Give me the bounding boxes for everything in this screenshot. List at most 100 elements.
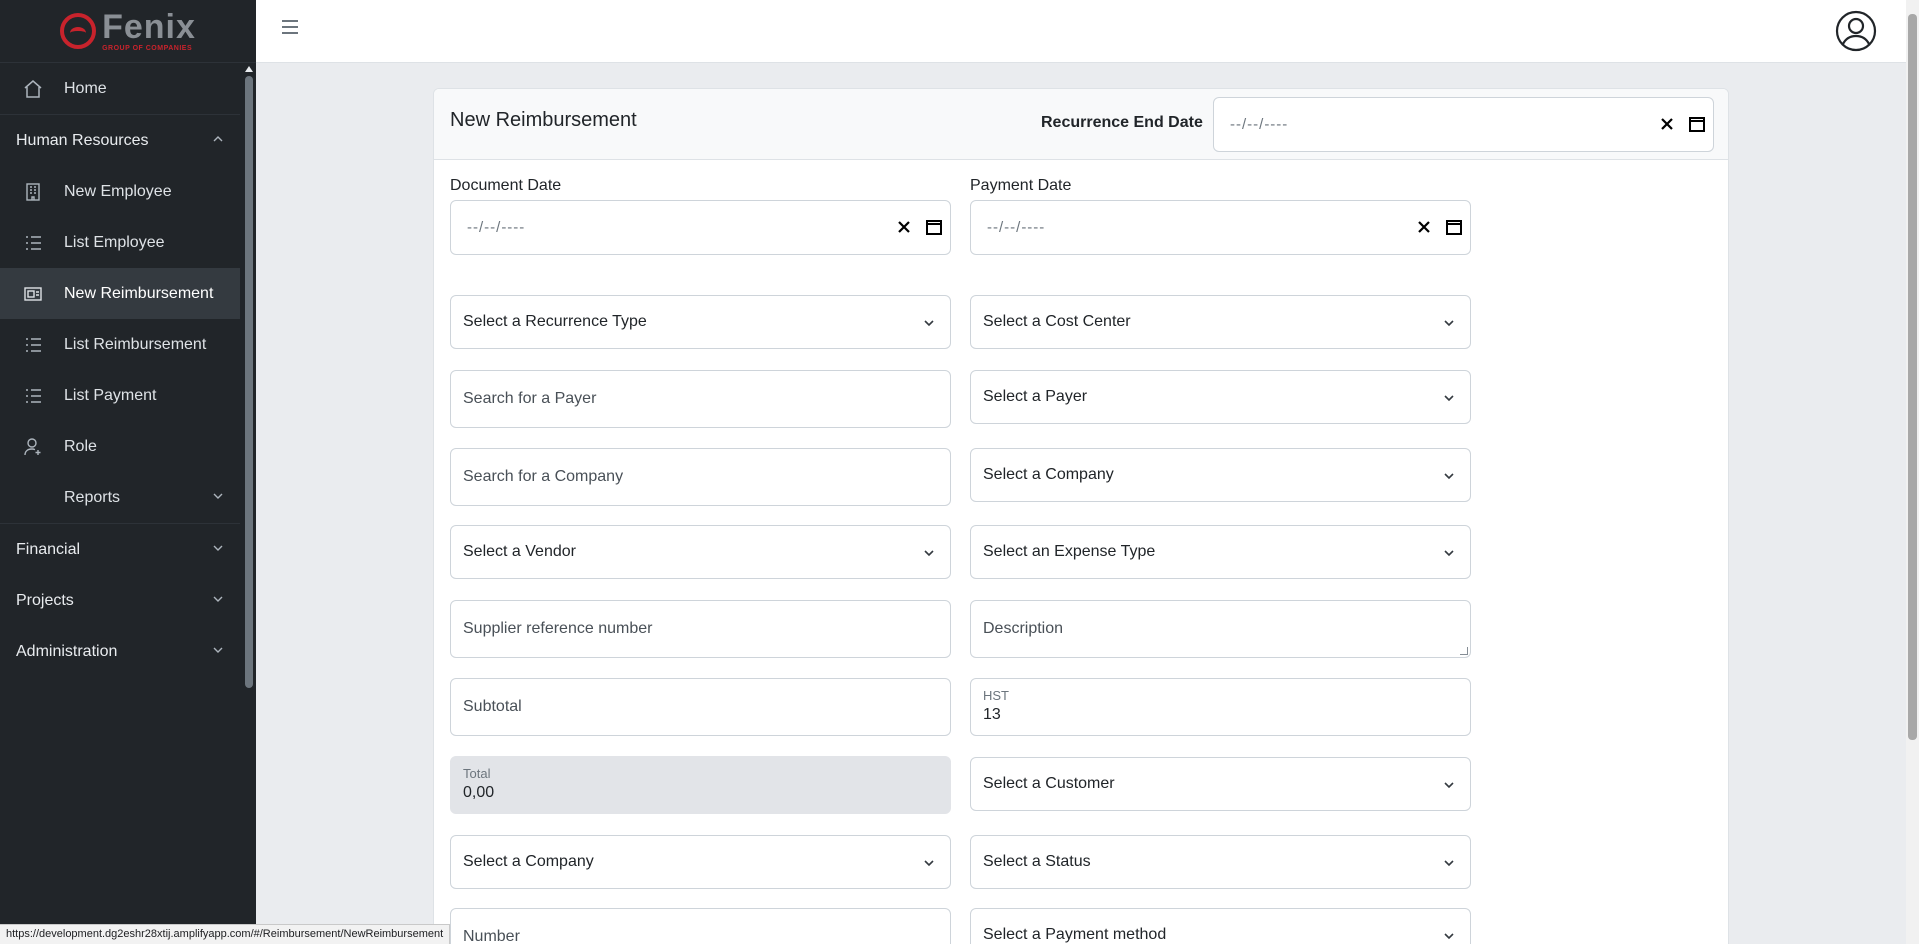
sidebar: Fenix GROUP OF COMPANIES Home Human Reso… <box>0 0 256 944</box>
sidebar-item-label: New Reimbursement <box>64 284 214 302</box>
payment-method-select[interactable]: Select a Payment method <box>970 908 1471 944</box>
user-plus-icon <box>22 436 44 458</box>
recurrence-type-select[interactable]: Select a Recurrence Type <box>450 295 951 349</box>
status-select[interactable]: Select a Status <box>970 835 1471 889</box>
brand-logo[interactable]: Fenix GROUP OF COMPANIES <box>0 0 256 63</box>
date-placeholder: --/--/---- <box>467 219 526 236</box>
chevron-down-icon <box>1444 395 1454 402</box>
hst-value: 13 <box>983 706 1001 723</box>
input-placeholder: Subtotal <box>463 698 522 715</box>
sidebar-item-label: Projects <box>16 591 74 609</box>
building-icon <box>22 181 44 203</box>
select-value: Select a Company <box>983 466 1114 483</box>
clear-icon[interactable] <box>1414 217 1434 237</box>
input-placeholder: Search for a Payer <box>463 390 597 407</box>
recurrence-end-date-input[interactable]: --/--/---- <box>1213 97 1714 152</box>
sidebar-scrollbar-thumb[interactable] <box>245 76 253 688</box>
chevron-down-icon <box>1444 782 1454 789</box>
sidebar-item-list-payment[interactable]: List Payment <box>0 370 240 421</box>
list-icon <box>22 385 44 407</box>
total-value: 0,00 <box>463 784 495 801</box>
page-scrollbar-thumb[interactable] <box>1908 14 1917 740</box>
sidebar-item-new-employee[interactable]: New Employee <box>0 166 240 217</box>
select-value: Select a Status <box>983 853 1091 870</box>
company-select-2[interactable]: Select a Company <box>450 835 951 889</box>
sidebar-item-role[interactable]: Role <box>0 421 240 472</box>
vendor-select[interactable]: Select a Vendor <box>450 525 951 579</box>
sidebar-item-reports[interactable]: Reports <box>0 472 240 523</box>
chevron-down-icon <box>213 493 223 499</box>
receipt-icon <box>22 283 44 305</box>
total-label: Total <box>463 766 491 781</box>
chevron-down-icon <box>924 550 934 557</box>
status-bar-url: https://development.dg2eshr28xtij.amplif… <box>0 924 451 944</box>
chevron-down-icon <box>1444 550 1454 557</box>
input-placeholder: Supplier reference number <box>463 620 653 637</box>
chevron-down-icon <box>213 596 223 602</box>
supplier-reference-input[interactable]: Supplier reference number <box>450 600 951 658</box>
calendar-icon[interactable] <box>1444 217 1464 237</box>
date-placeholder: --/--/---- <box>987 219 1046 236</box>
sidebar-group-financial[interactable]: Financial <box>0 524 240 575</box>
payment-date-label: Payment Date <box>970 177 1072 194</box>
input-placeholder: Number <box>463 928 520 944</box>
sidebar-item-label: List Employee <box>64 233 165 251</box>
reimbursement-form-card: New Reimbursement Recurrence End Date --… <box>433 88 1729 944</box>
calendar-icon[interactable] <box>1687 114 1707 134</box>
sidebar-group-administration[interactable]: Administration <box>0 626 240 677</box>
sidebar-item-label: Role <box>64 437 97 455</box>
hamburger-icon[interactable] <box>282 20 298 34</box>
sidebar-item-label: Home <box>64 79 107 97</box>
hst-input[interactable]: HST 13 <box>970 678 1471 736</box>
chevron-down-icon <box>1444 933 1454 940</box>
sidebar-group-projects[interactable]: Projects <box>0 575 240 626</box>
payer-select[interactable]: Select a Payer <box>970 370 1471 424</box>
brand-tagline: GROUP OF COMPANIES <box>102 45 193 52</box>
chevron-down-icon <box>1444 473 1454 480</box>
cost-center-select[interactable]: Select a Cost Center <box>970 295 1471 349</box>
sidebar-item-label: List Reimbursement <box>64 335 207 353</box>
company-select[interactable]: Select a Company <box>970 448 1471 502</box>
chevron-down-icon <box>924 860 934 867</box>
chevron-down-icon <box>213 647 223 653</box>
payer-search-input[interactable]: Search for a Payer <box>450 370 951 428</box>
list-icon <box>22 334 44 356</box>
calendar-icon[interactable] <box>924 217 944 237</box>
select-value: Select a Customer <box>983 775 1115 792</box>
company-search-input[interactable]: Search for a Company <box>450 448 951 506</box>
page-title: New Reimbursement <box>450 109 637 131</box>
sidebar-item-list-employee[interactable]: List Employee <box>0 217 240 268</box>
total-input: Total 0,00 <box>450 756 951 814</box>
select-value: Select a Recurrence Type <box>463 313 647 330</box>
select-value: Select a Company <box>463 853 594 870</box>
customer-select[interactable]: Select a Customer <box>970 757 1471 811</box>
sidebar-item-home[interactable]: Home <box>0 63 240 114</box>
number-input[interactable]: Number <box>450 908 951 944</box>
sidebar-item-label: Administration <box>16 642 118 660</box>
select-value: Select an Expense Type <box>983 543 1156 560</box>
sidebar-item-label: Financial <box>16 540 81 558</box>
document-date-label: Document Date <box>450 177 562 194</box>
document-date-input[interactable]: --/--/---- <box>450 200 951 255</box>
payment-date-input[interactable]: --/--/---- <box>970 200 1471 255</box>
sidebar-item-label: List Payment <box>64 386 157 404</box>
subtotal-input[interactable]: Subtotal <box>450 678 951 736</box>
sidebar-item-list-reimbursement[interactable]: List Reimbursement <box>0 319 240 370</box>
select-value: Select a Payment method <box>983 926 1167 943</box>
user-circle-icon[interactable] <box>1835 10 1877 52</box>
resize-handle-icon[interactable] <box>1460 647 1468 655</box>
sidebar-group-human-resources[interactable]: Human Resources <box>0 115 240 166</box>
chevron-down-icon <box>1444 320 1454 327</box>
scroll-up-arrow-icon[interactable] <box>245 66 253 72</box>
list-icon <box>22 232 44 254</box>
clear-icon[interactable] <box>894 217 914 237</box>
sidebar-item-label: Reports <box>64 488 121 506</box>
card-header: New Reimbursement Recurrence End Date --… <box>434 89 1728 160</box>
select-value: Select a Payer <box>983 388 1088 405</box>
sidebar-item-new-reimbursement[interactable]: New Reimbursement <box>0 268 240 319</box>
clear-icon[interactable] <box>1657 114 1677 134</box>
expense-type-select[interactable]: Select an Expense Type <box>970 525 1471 579</box>
description-textarea[interactable]: Description <box>970 600 1471 658</box>
select-value: Select a Vendor <box>463 543 576 560</box>
